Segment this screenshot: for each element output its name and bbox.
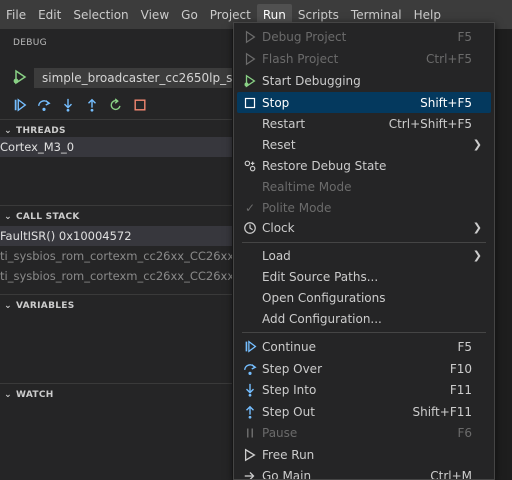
threads-label: THREADS: [16, 125, 66, 136]
continue-icon[interactable]: [12, 97, 28, 113]
variables-label: VARIABLES: [16, 300, 75, 311]
step-over-icon[interactable]: [36, 97, 52, 113]
menu-item-clock[interactable]: Clock ❯: [234, 217, 494, 238]
menu-file[interactable]: File: [0, 4, 32, 26]
panel-title: DEBUG: [13, 38, 47, 48]
watch-section-header[interactable]: ⌄ WATCH: [0, 383, 232, 405]
menu-item-free-run[interactable]: Free Run: [234, 444, 494, 465]
variables-section-header[interactable]: ⌄ VARIABLES: [0, 294, 232, 316]
stack-frame-row[interactable]: FaultISR() 0x10004572: [0, 226, 232, 246]
menu-item-step-into[interactable]: Step Into F11: [234, 379, 494, 400]
menu-item-start-debugging[interactable]: Start Debugging: [234, 70, 494, 91]
chevron-down-icon: ⌄: [4, 125, 12, 136]
debug-toolbar: [12, 96, 148, 114]
step-out-icon: [242, 404, 258, 420]
play-bug-icon: [242, 73, 258, 89]
menu-item-edit-source-paths[interactable]: Edit Source Paths...: [234, 266, 494, 287]
clock-icon: [242, 220, 258, 236]
menu-item-restart[interactable]: Restart Ctrl+Shift+F5: [234, 113, 494, 134]
editor-edge: [495, 29, 512, 480]
chevron-down-icon: ⌄: [4, 389, 12, 400]
menu-item-pause[interactable]: Pause F6: [234, 422, 494, 443]
menu-item-debug-project[interactable]: Debug Project F5: [234, 26, 494, 47]
menu-separator: [242, 242, 486, 243]
step-into-icon: [242, 382, 258, 398]
menu-item-flash-project[interactable]: Flash Project Ctrl+F5: [234, 48, 494, 69]
menu-item-restore-debug-state[interactable]: Restore Debug State: [234, 155, 494, 176]
call-stack-section-header[interactable]: ⌄ CALL STACK: [0, 205, 232, 227]
pause-icon: [242, 425, 258, 441]
menu-view[interactable]: View: [135, 4, 175, 26]
chevron-right-icon: ❯: [472, 138, 482, 151]
stop-icon: [242, 95, 258, 111]
menu-item-polite-mode[interactable]: ✓ Polite Mode: [234, 197, 494, 218]
chevron-down-icon: ⌄: [4, 300, 12, 311]
menu-item-open-configurations[interactable]: Open Configurations: [234, 287, 494, 308]
check-icon: ✓: [244, 200, 256, 215]
chevron-down-icon: ⌄: [4, 211, 12, 222]
run-menu: Debug Project F5 Flash Project Ctrl+F5 S…: [233, 22, 495, 480]
continue-icon: [242, 339, 258, 355]
step-over-icon: [242, 361, 258, 377]
menu-item-go-main[interactable]: Go Main Ctrl+M: [234, 465, 494, 479]
menu-edit[interactable]: Edit: [32, 4, 67, 26]
menu-item-step-over[interactable]: Step Over F10: [234, 358, 494, 379]
thread-row[interactable]: Cortex_M3_0: [0, 137, 232, 157]
menu-item-reset[interactable]: Reset ❯: [234, 134, 494, 155]
chevron-right-icon: ❯: [472, 221, 482, 234]
menu-selection[interactable]: Selection: [67, 4, 134, 26]
restore-icon: [242, 158, 258, 174]
step-into-icon[interactable]: [60, 97, 76, 113]
chevron-right-icon: ❯: [472, 249, 482, 262]
restart-icon[interactable]: [108, 97, 124, 113]
debug-panel: DEBUG simple_broadcaster_cc2650lp_stack …: [0, 29, 232, 480]
menu-go[interactable]: Go: [175, 4, 204, 26]
stack-frame-row[interactable]: ti_sysbios_rom_cortexm_cc26xx_CC26xx_get…: [0, 246, 232, 266]
start-debug-icon[interactable]: [12, 69, 28, 85]
menu-separator: [242, 332, 486, 333]
go-main-icon: [242, 468, 258, 479]
stop-icon[interactable]: [132, 97, 148, 113]
menu-item-load[interactable]: Load ❯: [234, 245, 494, 266]
menu-item-continue[interactable]: Continue F5: [234, 336, 494, 357]
step-out-icon[interactable]: [84, 97, 100, 113]
watch-label: WATCH: [16, 389, 54, 400]
menu-item-stop[interactable]: Stop Shift+F5: [237, 92, 491, 113]
menu-item-step-out[interactable]: Step Out Shift+F11: [234, 401, 494, 422]
call-stack-label: CALL STACK: [16, 211, 80, 222]
launch-config-select[interactable]: simple_broadcaster_cc2650lp_stack (bl: [34, 68, 232, 88]
bug-icon: [242, 29, 258, 45]
menu-item-add-configuration[interactable]: Add Configuration...: [234, 308, 494, 329]
flash-icon: [242, 51, 258, 67]
free-run-icon: [242, 447, 258, 463]
stack-frame-row[interactable]: ti_sysbios_rom_cortexm_cc26xx_CC26xx_get…: [0, 266, 232, 286]
menu-item-realtime-mode[interactable]: Realtime Mode: [234, 176, 494, 197]
